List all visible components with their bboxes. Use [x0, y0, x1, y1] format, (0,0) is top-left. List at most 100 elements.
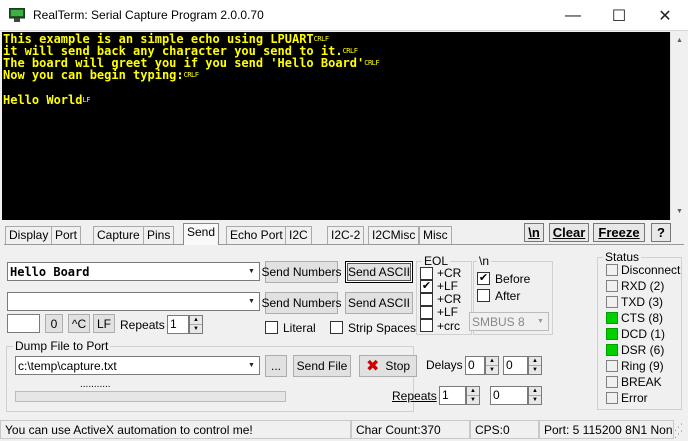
- status-label-cts: CTS (8): [621, 311, 663, 325]
- lf-button[interactable]: LF: [93, 314, 115, 333]
- send-file-button[interactable]: Send File: [293, 355, 351, 377]
- title-bar[interactable]: RealTerm: Serial Capture Program 2.0.0.7…: [0, 0, 688, 31]
- eol-cr-checkbox-2[interactable]: [420, 293, 433, 306]
- status-label-txd: TXD (3): [621, 295, 663, 309]
- terminal-line: Hello WorldLF: [3, 93, 90, 107]
- close-button[interactable]: ✕: [642, 0, 688, 31]
- scroll-down-icon[interactable]: ▼: [671, 203, 688, 220]
- tab-port[interactable]: Port: [51, 226, 82, 244]
- minimize-button[interactable]: —: [550, 0, 596, 31]
- dump-repeats-input-2[interactable]: 0: [490, 386, 528, 405]
- send-input-1-value: Hello Board: [10, 265, 90, 279]
- smbus-select[interactable]: SMBUS 8 ▼: [469, 312, 549, 331]
- spin-down-icon[interactable]: ▼: [486, 366, 498, 374]
- dump-repeats-spinner-1[interactable]: ▲ ▼: [466, 386, 480, 405]
- spin-up-icon[interactable]: ▲: [486, 357, 498, 366]
- chevron-down-icon[interactable]: ▼: [533, 313, 548, 330]
- clear-button[interactable]: Clear: [549, 223, 589, 242]
- send-ascii-button-2[interactable]: Send ASCII: [345, 292, 413, 314]
- eol-lf-label-1: +LF: [437, 279, 459, 293]
- zero-button[interactable]: 0: [45, 314, 63, 333]
- char-input[interactable]: [7, 314, 40, 333]
- status-label-error: Error: [621, 391, 648, 405]
- tab-send[interactable]: Send: [183, 223, 220, 245]
- tab-pins[interactable]: Pins: [143, 226, 175, 244]
- spin-down-icon[interactable]: ▼: [529, 366, 541, 374]
- strip-spaces-checkbox[interactable]: [330, 321, 343, 334]
- send-input-2[interactable]: ▼: [7, 292, 260, 311]
- strip-spaces-label: Strip Spaces: [348, 321, 417, 335]
- literal-label: Literal: [283, 321, 316, 335]
- status-label-dsr: DSR (6): [621, 343, 665, 357]
- freeze-button[interactable]: Freeze: [593, 223, 645, 242]
- help-button[interactable]: ?: [651, 223, 671, 242]
- terminal-display[interactable]: This example is an simple echo using LPU…: [2, 32, 670, 220]
- browse-button[interactable]: ...: [265, 355, 287, 377]
- delay-input-1[interactable]: 0: [465, 356, 485, 375]
- spin-up-icon[interactable]: ▲: [529, 357, 541, 366]
- chevron-down-icon[interactable]: ▼: [244, 357, 259, 374]
- send-input-1[interactable]: Hello Board ▼: [7, 262, 260, 281]
- spin-down-icon[interactable]: ▼: [467, 396, 479, 404]
- crc-checkbox[interactable]: [420, 319, 433, 332]
- spin-up-icon[interactable]: ▲: [529, 387, 541, 396]
- error-led: [606, 392, 618, 404]
- tab-capture[interactable]: Capture: [93, 226, 144, 244]
- delay-input-2[interactable]: 0: [503, 356, 528, 375]
- spin-up-icon[interactable]: ▲: [190, 316, 202, 325]
- terminal-scrollbar[interactable]: ▲ ▼: [670, 32, 687, 220]
- dump-repeats-spinner-2[interactable]: ▲ ▼: [528, 386, 542, 405]
- dump-file-path-value: c:\temp\capture.txt: [18, 359, 117, 373]
- spin-down-icon[interactable]: ▼: [190, 325, 202, 333]
- dump-repeats-input-1[interactable]: 1: [439, 386, 466, 405]
- dump-file-title: Dump File to Port: [13, 339, 111, 353]
- delay-spinner-2[interactable]: ▲ ▼: [528, 356, 542, 375]
- status-label-break: BREAK: [621, 375, 662, 389]
- repeats-label: Repeats: [120, 318, 165, 332]
- dump-progress-text: ...........: [80, 379, 111, 390]
- after-checkbox[interactable]: [477, 289, 490, 302]
- tab-echo-port[interactable]: Echo Port: [226, 226, 287, 244]
- send-ascii-button-1[interactable]: Send ASCII: [345, 261, 413, 283]
- repeats-input[interactable]: 1: [167, 315, 189, 334]
- eol-lf-checkbox-2[interactable]: [420, 306, 433, 319]
- tab-i2cmisc[interactable]: I2CMisc: [368, 226, 420, 244]
- before-checkbox[interactable]: ✔: [477, 272, 490, 285]
- tab-i2c[interactable]: I2C: [285, 226, 312, 244]
- stop-button[interactable]: ✖ Stop: [359, 355, 417, 377]
- newline-button[interactable]: \n: [524, 223, 544, 242]
- break-led: [606, 376, 618, 388]
- scroll-up-icon[interactable]: ▲: [671, 32, 688, 49]
- maximize-button[interactable]: ☐: [596, 0, 642, 31]
- tab-display[interactable]: Display: [5, 226, 53, 244]
- cts-led: [606, 312, 618, 324]
- status-label-dcd: DCD (1): [621, 327, 665, 341]
- spin-down-icon[interactable]: ▼: [529, 396, 541, 404]
- spin-up-icon[interactable]: ▲: [467, 387, 479, 396]
- eol-lf-label-2: +LF: [437, 305, 459, 319]
- repeats-spinner[interactable]: ▲ ▼: [189, 315, 203, 334]
- eol-lf-checkbox-1[interactable]: ✔: [420, 280, 433, 293]
- tab-misc[interactable]: Misc: [419, 226, 452, 244]
- eol-cr-label-1: +CR: [437, 266, 462, 280]
- delay-spinner-1[interactable]: ▲ ▼: [485, 356, 499, 375]
- after-label: After: [495, 289, 521, 303]
- literal-checkbox[interactable]: [265, 321, 278, 334]
- chevron-down-icon[interactable]: ▼: [244, 293, 259, 310]
- eol-cr-checkbox-1[interactable]: [420, 267, 433, 280]
- chevron-down-icon[interactable]: ▼: [244, 263, 259, 280]
- statusbar-char-count: Char Count:370: [351, 420, 470, 439]
- crc-label: +crc: [437, 319, 461, 333]
- send-numbers-button-2[interactable]: Send Numbers: [261, 292, 342, 314]
- ring-led: [606, 360, 618, 372]
- send-numbers-button-1[interactable]: Send Numbers: [261, 261, 342, 283]
- dump-file-path[interactable]: c:\temp\capture.txt ▼: [15, 356, 260, 375]
- tab-i2c-2[interactable]: I2C-2: [327, 226, 365, 244]
- statusbar-message: You can use ActiveX automation to contro…: [0, 420, 351, 439]
- stop-x-icon: ✖: [365, 358, 380, 375]
- resize-grip-icon[interactable]: ⋰ ⋰: [674, 423, 686, 439]
- ctrl-c-button[interactable]: ^C: [68, 314, 90, 333]
- eol-cr-label-2: +CR: [437, 292, 462, 306]
- dcd-led: [606, 328, 618, 340]
- status-label-ring: Ring (9): [621, 359, 664, 373]
